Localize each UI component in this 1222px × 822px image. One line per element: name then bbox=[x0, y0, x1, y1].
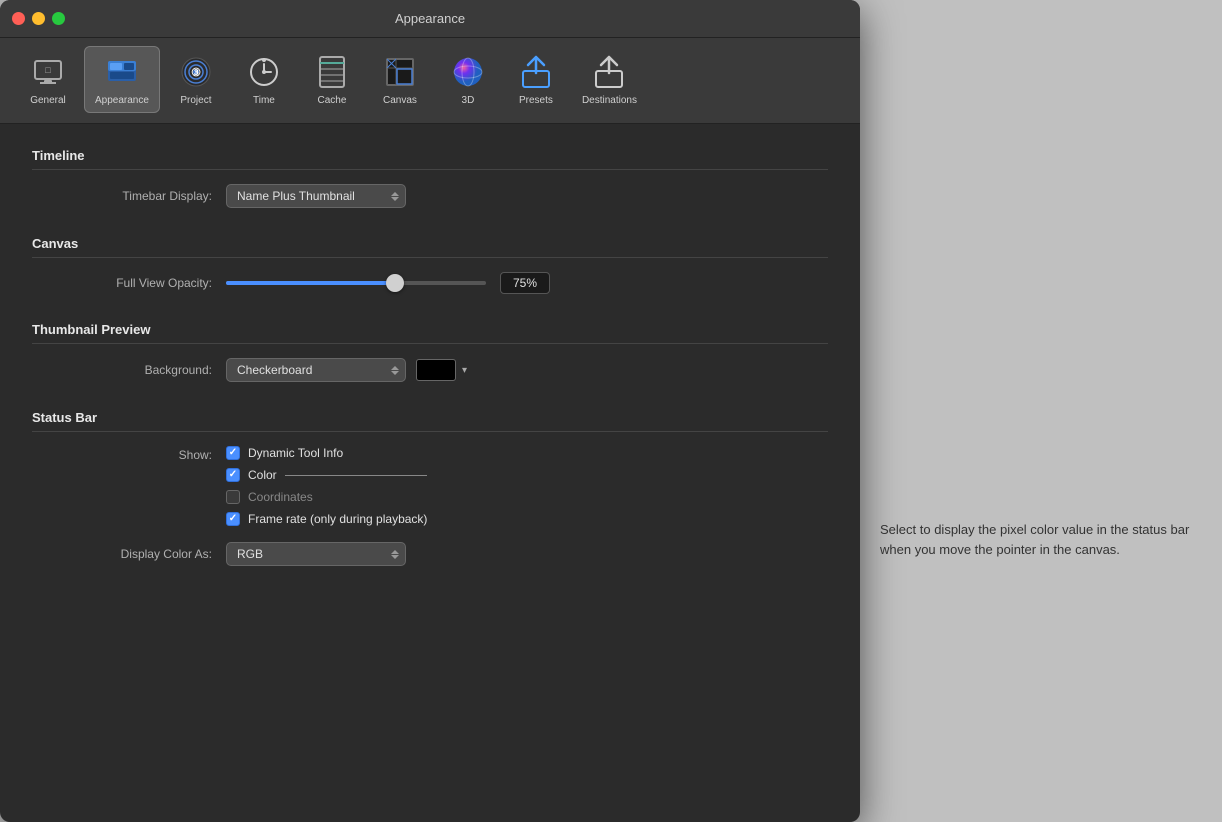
color-swatch[interactable] bbox=[416, 359, 456, 381]
svg-text:③: ③ bbox=[191, 67, 201, 79]
dynamic-tool-info-item[interactable]: ✓ Dynamic Tool Info bbox=[226, 446, 427, 460]
timebar-display-label: Timebar Display: bbox=[52, 189, 212, 203]
timebar-display-value: Name Plus Thumbnail bbox=[237, 189, 355, 203]
content-area: Timeline Timebar Display: Name Plus Thum… bbox=[0, 124, 860, 822]
check-mark-icon: ✓ bbox=[229, 448, 237, 458]
frame-rate-item[interactable]: ✓ Frame rate (only during playback) bbox=[226, 512, 427, 526]
dynamic-tool-info-checkbox[interactable]: ✓ bbox=[226, 446, 240, 460]
thumbnail-preview-title: Thumbnail Preview bbox=[32, 322, 828, 344]
opacity-row: Full View Opacity: 75% bbox=[32, 272, 828, 294]
dynamic-tool-info-label: Dynamic Tool Info bbox=[248, 446, 343, 460]
opacity-slider-container: 75% bbox=[226, 272, 550, 294]
display-color-arrow-up-icon bbox=[391, 550, 399, 554]
opacity-slider-thumb[interactable] bbox=[386, 274, 404, 292]
minimize-button[interactable] bbox=[32, 12, 45, 25]
toolbar-label-destinations: Destinations bbox=[582, 95, 637, 106]
project-icon: ③ bbox=[177, 53, 215, 91]
general-icon: □ bbox=[29, 53, 67, 91]
close-button[interactable] bbox=[12, 12, 25, 25]
toolbar-label-project: Project bbox=[180, 95, 211, 106]
toolbar: □ General Appearance bbox=[0, 38, 860, 124]
opacity-slider-fill bbox=[226, 281, 395, 285]
tooltip-container: Select to display the pixel color value … bbox=[880, 520, 1200, 559]
toolbar-label-appearance: Appearance bbox=[95, 95, 149, 106]
opacity-value: 75% bbox=[500, 272, 550, 294]
color-tooltip-line bbox=[285, 475, 428, 476]
coordinates-checkbox[interactable] bbox=[226, 490, 240, 504]
bg-dropdown-arrow-up-icon bbox=[391, 366, 399, 370]
appearance-icon bbox=[103, 53, 141, 91]
timeline-section-title: Timeline bbox=[32, 148, 828, 170]
color-swatch-chevron-icon[interactable]: ▾ bbox=[462, 365, 467, 376]
canvas-icon bbox=[381, 53, 419, 91]
time-icon bbox=[245, 53, 283, 91]
toolbar-label-cache: Cache bbox=[317, 95, 346, 106]
cache-icon bbox=[313, 53, 351, 91]
toolbar-item-appearance[interactable]: Appearance bbox=[84, 46, 160, 113]
toolbar-item-canvas[interactable]: Canvas bbox=[368, 47, 432, 112]
maximize-button[interactable] bbox=[52, 12, 65, 25]
coordinates-label: Coordinates bbox=[248, 490, 313, 504]
presets-icon bbox=[517, 53, 555, 91]
background-dropdown-arrows bbox=[391, 366, 399, 375]
color-swatch-container: ▾ bbox=[416, 359, 467, 381]
display-color-label: Display Color As: bbox=[52, 547, 212, 561]
color-check-mark-icon: ✓ bbox=[229, 470, 237, 480]
toolbar-item-cache[interactable]: Cache bbox=[300, 47, 364, 112]
display-color-dropdown-arrows bbox=[391, 550, 399, 559]
toolbar-item-general[interactable]: □ General bbox=[16, 47, 80, 112]
timebar-display-row: Timebar Display: Name Plus Thumbnail bbox=[32, 184, 828, 208]
coordinates-item[interactable]: Coordinates bbox=[226, 490, 427, 504]
toolbar-label-general: General bbox=[30, 95, 66, 106]
background-value: Checkerboard bbox=[237, 363, 312, 377]
frame-rate-check-mark-icon: ✓ bbox=[229, 514, 237, 524]
toolbar-item-3d[interactable]: 3D bbox=[436, 47, 500, 112]
display-color-arrow-down-icon bbox=[391, 555, 399, 559]
toolbar-item-destinations[interactable]: Destinations bbox=[572, 47, 647, 112]
opacity-slider-track[interactable] bbox=[226, 281, 486, 285]
status-bar-section: Status Bar Show: ✓ Dynamic Tool Info bbox=[32, 410, 828, 566]
show-row: Show: ✓ Dynamic Tool Info ✓ bbox=[32, 446, 828, 526]
opacity-label: Full View Opacity: bbox=[52, 276, 212, 290]
tooltip-text: Select to display the pixel color value … bbox=[880, 520, 1200, 559]
dropdown-arrows bbox=[391, 192, 399, 201]
display-color-value: RGB bbox=[237, 547, 263, 561]
toolbar-label-3d: 3D bbox=[462, 95, 475, 106]
checkbox-group: ✓ Dynamic Tool Info ✓ Color bbox=[226, 446, 427, 526]
canvas-section: Canvas Full View Opacity: 75% bbox=[32, 236, 828, 294]
window-title: Appearance bbox=[395, 11, 465, 26]
status-bar-section-title: Status Bar bbox=[32, 410, 828, 432]
background-label: Background: bbox=[52, 363, 212, 377]
bg-dropdown-arrow-down-icon bbox=[391, 371, 399, 375]
title-bar: Appearance bbox=[0, 0, 860, 38]
background-dropdown[interactable]: Checkerboard bbox=[226, 358, 406, 382]
color-line-container: ✓ Color bbox=[226, 468, 427, 482]
toolbar-label-canvas: Canvas bbox=[383, 95, 417, 106]
toolbar-item-project[interactable]: ③ Project bbox=[164, 47, 228, 112]
thumbnail-preview-section: Thumbnail Preview Background: Checkerboa… bbox=[32, 322, 828, 382]
color-checkbox[interactable]: ✓ bbox=[226, 468, 240, 482]
toolbar-item-presets[interactable]: Presets bbox=[504, 47, 568, 112]
toolbar-item-time[interactable]: Time bbox=[232, 47, 296, 112]
color-label: Color bbox=[248, 468, 277, 482]
destinations-icon bbox=[590, 53, 628, 91]
timebar-display-dropdown[interactable]: Name Plus Thumbnail bbox=[226, 184, 406, 208]
frame-rate-checkbox[interactable]: ✓ bbox=[226, 512, 240, 526]
show-label: Show: bbox=[52, 446, 212, 462]
timeline-section: Timeline Timebar Display: Name Plus Thum… bbox=[32, 148, 828, 208]
traffic-lights bbox=[12, 12, 65, 25]
toolbar-label-time: Time bbox=[253, 95, 275, 106]
display-color-dropdown[interactable]: RGB bbox=[226, 542, 406, 566]
frame-rate-label: Frame rate (only during playback) bbox=[248, 512, 427, 526]
dropdown-arrow-up-icon bbox=[391, 192, 399, 196]
toolbar-label-presets: Presets bbox=[519, 95, 553, 106]
3d-icon bbox=[449, 53, 487, 91]
svg-text:□: □ bbox=[45, 65, 51, 75]
canvas-section-title: Canvas bbox=[32, 236, 828, 258]
dropdown-arrow-down-icon bbox=[391, 197, 399, 201]
color-item[interactable]: ✓ Color bbox=[226, 468, 277, 482]
background-row: Background: Checkerboard ▾ bbox=[32, 358, 828, 382]
main-window: Appearance □ General bbox=[0, 0, 860, 822]
display-color-row: Display Color As: RGB bbox=[32, 542, 828, 566]
